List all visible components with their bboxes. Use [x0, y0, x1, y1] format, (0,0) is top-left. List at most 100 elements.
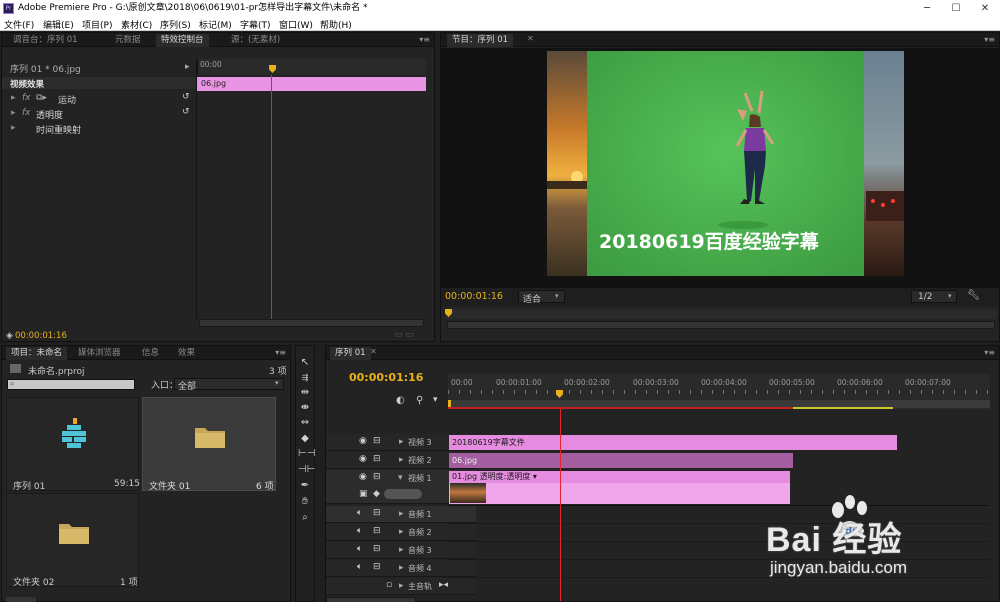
- effect-row-opacity[interactable]: ▸ fx 透明度 ↺: [2, 106, 196, 121]
- ripple-edit-tool-icon[interactable]: ⇹: [298, 386, 312, 400]
- zoom-tool-icon[interactable]: ⌕: [298, 511, 312, 525]
- tab-audio-mixer[interactable]: 调音台：序列 01: [8, 34, 83, 47]
- clip-v1-image[interactable]: 01.jpg 透明度:透明度 ▾: [449, 471, 790, 504]
- clip-v3-title[interactable]: 20180619字幕文件: [449, 435, 897, 450]
- in-dropdown[interactable]: 全部 ▾: [174, 378, 284, 392]
- project-footer-scroll[interactable]: [6, 597, 36, 602]
- selection-tool-icon[interactable]: ↖: [298, 356, 312, 370]
- track-header-master[interactable]: ▫ ▸ 主音轨 ▸◂: [326, 578, 476, 595]
- expand-arrow-icon[interactable]: ▸: [185, 62, 190, 72]
- tab-media-browser[interactable]: 媒体浏览器: [73, 347, 126, 360]
- reset-icon[interactable]: ↺: [182, 107, 190, 117]
- expand-track-icon[interactable]: ▸: [399, 455, 404, 465]
- panel-menu-icon[interactable]: ▾≡: [984, 348, 995, 357]
- lock-icon[interactable]: ⊟: [373, 508, 381, 518]
- project-search-input[interactable]: ⌕: [7, 379, 135, 390]
- track-header-audio-4[interactable]: 🔈︎ ⊟ ▸ 音频 4: [326, 560, 476, 577]
- clip-v2-image[interactable]: 06.jpg: [449, 453, 793, 468]
- tab-source[interactable]: 源：(无素材): [226, 34, 285, 47]
- tab-metadata[interactable]: 元数据: [110, 34, 146, 47]
- slip-tool-icon[interactable]: ⊢⊣: [298, 447, 315, 461]
- eye-icon[interactable]: ◉: [359, 454, 367, 464]
- wrench-icon[interactable]: 🔧︎: [967, 290, 980, 301]
- menu-file[interactable]: 文件(F): [4, 18, 34, 31]
- panel-menu-icon[interactable]: ▾≡: [275, 348, 286, 357]
- menu-window[interactable]: 窗口(W): [279, 18, 313, 31]
- menu-clip[interactable]: 素材(C): [121, 18, 152, 31]
- marker-icon[interactable]: ▾: [433, 395, 438, 405]
- menu-help[interactable]: 帮助(H): [320, 18, 352, 31]
- track-select-tool-icon[interactable]: ⇶: [298, 371, 312, 385]
- collapse-track-icon[interactable]: ▾: [398, 473, 403, 483]
- expand-icon[interactable]: ▸: [11, 123, 16, 133]
- track-header-audio-2[interactable]: 🔈︎ ⊟ ▸ 音频 2: [326, 524, 476, 541]
- ec-time-ruler[interactable]: 00:00: [197, 59, 426, 75]
- fit-dropdown[interactable]: 适合 ▾: [518, 290, 565, 305]
- timeline-ruler[interactable]: 00:00 00:00:01:00 00:00:02:00 00:00:03:0…: [448, 374, 990, 409]
- menu-project[interactable]: 项目(P): [82, 18, 112, 31]
- timeline-zoom-slider[interactable]: [326, 597, 416, 602]
- project-item-sequence[interactable]: 序列 01 59:15: [6, 397, 140, 492]
- track-header-audio-1[interactable]: 🔈︎ ⊟ ▸ 音频 1: [326, 506, 476, 523]
- lock-icon[interactable]: ⊟: [373, 562, 381, 572]
- rate-stretch-tool-icon[interactable]: ⇔: [298, 416, 312, 430]
- minimize-button[interactable]: ─: [912, 0, 942, 17]
- lock-icon[interactable]: ⊟: [373, 544, 381, 554]
- expand-track-icon[interactable]: ▸: [399, 509, 404, 519]
- lock-icon[interactable]: ⊟: [373, 454, 381, 464]
- tab-project[interactable]: 项目：未命名: [6, 347, 68, 360]
- reset-icon[interactable]: ↺: [182, 92, 190, 102]
- menu-marker[interactable]: 标记(M): [199, 18, 232, 31]
- lock-icon[interactable]: ▫: [386, 580, 392, 590]
- menu-sequence[interactable]: 序列(S): [160, 18, 191, 31]
- speaker-icon[interactable]: 🔈︎: [357, 562, 362, 572]
- close-button[interactable]: ✕: [970, 0, 1000, 17]
- hand-tool-icon[interactable]: ✋︎: [298, 495, 312, 509]
- speaker-icon[interactable]: 🔈︎: [357, 526, 362, 536]
- slide-tool-icon[interactable]: ⊣⊢: [298, 463, 315, 477]
- tab-info[interactable]: 信息: [137, 347, 164, 360]
- project-item-folder-01[interactable]: 文件夹 01 6 项: [142, 397, 276, 492]
- ec-footer-buttons-icon[interactable]: ▭ ▭: [394, 330, 414, 340]
- program-time-ruler[interactable]: [445, 309, 997, 319]
- track-header-audio-3[interactable]: 🔈︎ ⊟ ▸ 音频 3: [326, 542, 476, 559]
- expand-track-icon[interactable]: ▸: [399, 545, 404, 555]
- expand-track-icon[interactable]: ▸: [399, 581, 404, 591]
- keyframe-nav-control[interactable]: [384, 489, 422, 499]
- lock-icon[interactable]: ⊟: [373, 436, 381, 446]
- effect-row-time-remap[interactable]: ▸ 时间重映射: [2, 121, 196, 136]
- close-tab-icon[interactable]: ✕: [370, 347, 377, 356]
- rolling-edit-tool-icon[interactable]: ⇼: [298, 401, 312, 415]
- tab-effect-controls[interactable]: 特效控制台: [156, 34, 209, 47]
- timeline-timecode[interactable]: 00:00:01:16: [349, 371, 423, 384]
- speaker-icon[interactable]: 🔈︎: [357, 544, 362, 554]
- eye-icon[interactable]: ◉: [359, 436, 367, 446]
- ec-timecode[interactable]: 00:00:01:16: [15, 331, 67, 341]
- expand-track-icon[interactable]: ▸: [399, 563, 404, 573]
- razor-tool-icon[interactable]: ◆: [298, 432, 312, 446]
- ec-playhead-marker-icon[interactable]: [269, 65, 276, 73]
- display-style-icon[interactable]: ▣: [359, 489, 368, 499]
- ec-zoom-icon[interactable]: ◈: [6, 331, 13, 341]
- fx-badge[interactable]: fx: [22, 108, 31, 118]
- expand-icon[interactable]: ▸: [11, 93, 16, 103]
- resolution-dropdown[interactable]: 1/2 ▾: [911, 290, 957, 303]
- menu-edit[interactable]: 编辑(E): [43, 18, 74, 31]
- set-marker-icon[interactable]: ⚲: [416, 395, 423, 406]
- maximize-button[interactable]: ☐: [941, 0, 971, 17]
- pen-tool-icon[interactable]: ✒︎: [298, 479, 312, 493]
- snap-icon[interactable]: ◐: [396, 395, 405, 406]
- program-playhead-icon[interactable]: [445, 309, 452, 317]
- menu-title[interactable]: 字幕(T): [240, 18, 271, 31]
- tab-effects[interactable]: 效果: [173, 347, 200, 360]
- speaker-icon[interactable]: 🔈︎: [357, 508, 362, 518]
- close-tab-icon[interactable]: ✕: [527, 34, 534, 43]
- timeline-playhead-icon[interactable]: [556, 390, 563, 398]
- tab-sequence[interactable]: 序列 01: [330, 347, 371, 360]
- expand-track-icon[interactable]: ▸: [399, 437, 404, 447]
- keyframe-icon[interactable]: ◆: [373, 489, 380, 499]
- panel-menu-icon[interactable]: ▾≡: [419, 35, 430, 44]
- lock-icon[interactable]: ⊟: [373, 472, 381, 482]
- effect-row-motion[interactable]: ▸ fx ⧉▸ 运动 ↺: [2, 91, 196, 106]
- ec-scrollbar[interactable]: [199, 319, 424, 327]
